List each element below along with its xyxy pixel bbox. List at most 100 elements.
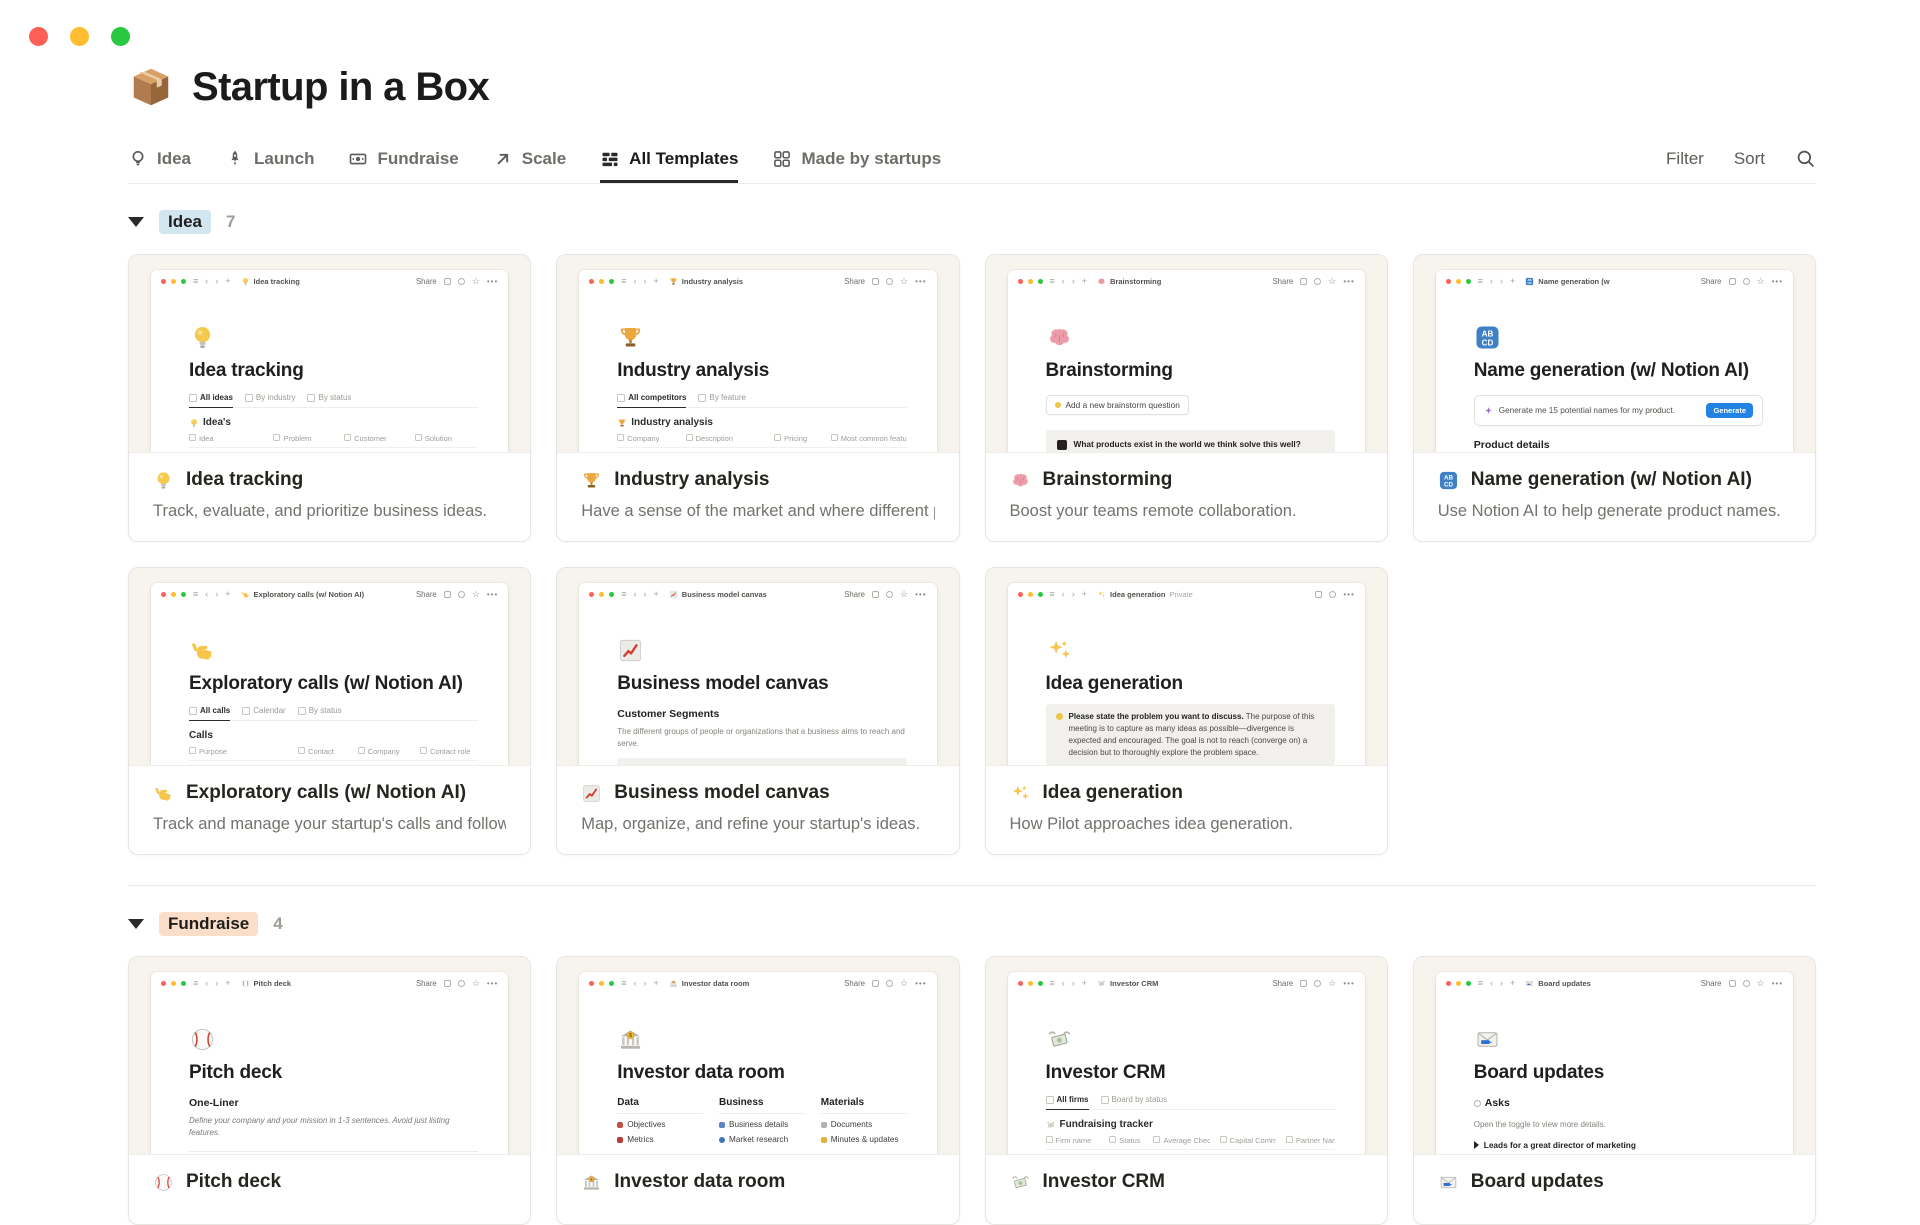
- mini-column: Business Business details Market researc…: [719, 1097, 805, 1144]
- mini-page-body: Idea generation Please state the problem…: [1008, 604, 1365, 765]
- section-pill-fundraise[interactable]: Fundraise: [159, 912, 259, 936]
- mini-titlebar: ≡ ‹ › + Idea generation Private •••: [1008, 583, 1365, 604]
- card-thumbnail: ≡ ‹ › + Idea tracking Share ☆ ••• Idea t…: [129, 255, 531, 453]
- bank-emoji: [669, 979, 678, 988]
- template-card-name-generation[interactable]: ≡ ‹ › + Name generation (w Share ☆ ••• N…: [1412, 254, 1816, 542]
- card-thumbnail: ≡ ‹ › + Business model canvas Share ☆ •••: [557, 568, 959, 766]
- mini-titlebar: ≡ ‹ › + Industry analysis Share ☆ •••: [579, 270, 936, 291]
- mini-db-title: Idea's: [189, 417, 478, 428]
- mini-titlebar: ≡ ‹ › + Investor data room Share ☆ •••: [579, 972, 936, 993]
- brain-emoji: [1046, 324, 1073, 351]
- incoming-envelope-emoji: [1525, 979, 1534, 988]
- mini-ai-prompt-text: Generate me 15 potential names for my pr…: [1498, 406, 1675, 415]
- clock-icon: [1742, 278, 1750, 285]
- comment-icon: [1300, 278, 1308, 285]
- mini-window: ≡ ‹ › + Investor CRM Share ☆ ••• Investo…: [1007, 972, 1365, 1154]
- mini-breadcrumb: Idea tracking: [241, 277, 300, 286]
- mini-page-body: Investor CRM All firms Board by status F…: [1008, 993, 1365, 1154]
- collapse-toggle-icon[interactable]: [128, 217, 144, 227]
- tab-all-templates[interactable]: All Templates: [600, 134, 738, 183]
- mini-page-title: Brainstorming: [1045, 360, 1173, 381]
- comment-icon: [872, 278, 880, 285]
- mini-breadcrumb: Brainstorming: [1097, 277, 1161, 286]
- template-card-board-updates[interactable]: ≡ ‹ › + Board updates Share ☆ ••• Board …: [1412, 956, 1816, 1225]
- clock-icon: [1742, 980, 1750, 987]
- section-count: 4: [273, 914, 283, 933]
- minimize-button[interactable]: [70, 27, 89, 46]
- template-card-exploratory-calls[interactable]: ≡ ‹ › + Exploratory calls (w/ Notion AI) Sh…: [128, 567, 532, 855]
- call-me-hand-emoji: [241, 590, 250, 599]
- card-title: Exploratory calls (w/ Notion AI): [186, 782, 467, 803]
- template-card-idea-tracking[interactable]: ≡ ‹ › + Idea tracking Share ☆ ••• Idea t…: [128, 254, 532, 542]
- card-description: How Pilot approaches idea generation.: [1009, 815, 1293, 833]
- tab-fundraise[interactable]: Fundraise: [348, 134, 459, 183]
- mini-question-block: What products exist in the world we thin…: [1045, 430, 1335, 452]
- card-thumbnail: ≡ ‹ › + Investor CRM Share ☆ ••• Investo…: [985, 957, 1387, 1155]
- card-thumbnail: ≡ ‹ › + Exploratory calls (w/ Notion AI) Sh…: [129, 568, 531, 766]
- template-card-investor-data-room[interactable]: ≡ ‹ › + Investor data room Share ☆ ••• I…: [556, 956, 960, 1225]
- template-card-industry-analysis[interactable]: ≡ ‹ › + Industry analysis Share ☆ ••• In…: [556, 254, 960, 542]
- search-button[interactable]: [1795, 148, 1816, 169]
- card-title-row: Name generation (w/ Notion AI): [1438, 469, 1791, 491]
- mini-callout-text: Environmentally conscious consumers, mil…: [640, 765, 896, 766]
- rocket-icon: [225, 149, 245, 169]
- star-icon: ☆: [471, 276, 480, 286]
- tab-made-by-startups[interactable]: Made by startups: [772, 134, 941, 183]
- mini-page-title: Pitch deck: [189, 1062, 283, 1083]
- tab-launch[interactable]: Launch: [225, 134, 314, 183]
- collapse-toggle-icon[interactable]: [128, 919, 144, 929]
- mini-table: Firm nameStatus Average Check SizeCapita…: [1045, 1136, 1335, 1154]
- template-card-business-model-canvas[interactable]: ≡ ‹ › + Business model canvas Share ☆ •••: [556, 567, 960, 855]
- mini-window-actions: •••: [1315, 590, 1354, 599]
- template-card-brainstorming[interactable]: ≡ ‹ › + Brainstorming Share ☆ ••• Brains…: [984, 254, 1388, 542]
- mini-page-title: Idea generation: [1045, 673, 1184, 694]
- card-title: Investor CRM: [1042, 1171, 1165, 1192]
- star-icon: ☆: [1328, 276, 1337, 286]
- call-me-hand-emoji: [189, 637, 216, 664]
- tab-scale[interactable]: Scale: [493, 134, 566, 183]
- mini-column-list: Data Objectives Metrics Business Busines…: [617, 1097, 907, 1144]
- template-card-idea-generation[interactable]: ≡ ‹ › + Idea generation Private ••• Idea…: [984, 567, 1388, 855]
- tab-idea[interactable]: Idea: [128, 134, 191, 183]
- brain-emoji: [1010, 470, 1031, 491]
- card-thumbnail: ≡ ‹ › + Brainstorming Share ☆ ••• Brains…: [985, 255, 1387, 453]
- template-card-pitch-deck[interactable]: ≡ ‹ › + Pitch deck Share ☆ ••• Pitch dec…: [128, 956, 532, 1225]
- mini-table: Company Description Pricing Most common fe…: [617, 434, 907, 452]
- section-divider: [128, 885, 1816, 886]
- chart-increasing-emoji: [669, 590, 678, 599]
- template-card-investor-crm[interactable]: ≡ ‹ › + Investor CRM Share ☆ ••• Investo…: [984, 956, 1388, 1225]
- notion-window: Startup in a Box Idea Launch Fundraise S…: [0, 0, 1920, 1225]
- mini-window: ≡ ‹ › + Idea tracking Share ☆ ••• Idea t…: [151, 270, 509, 452]
- more-icon: •••: [915, 589, 927, 599]
- bank-emoji: [617, 1026, 644, 1053]
- trophy-emoji: [617, 418, 627, 428]
- sort-button[interactable]: Sort: [1734, 149, 1765, 169]
- section-pill-idea[interactable]: Idea: [159, 210, 212, 234]
- mini-table: PurposeContact CompanyContact role Partn…: [189, 747, 479, 765]
- mini-window-actions: Share ☆ •••: [416, 590, 498, 600]
- mini-breadcrumb: Investor data room: [669, 979, 749, 988]
- mini-page-title: Industry analysis: [617, 360, 770, 381]
- more-icon: •••: [1771, 978, 1783, 988]
- money-with-wings-emoji: [1046, 1120, 1056, 1130]
- card-title: Business model canvas: [614, 782, 830, 803]
- mini-window: ≡ ‹ › + Idea generation Private ••• Idea…: [1007, 583, 1365, 765]
- clock-icon: [457, 278, 465, 285]
- page-header: Startup in a Box: [128, 64, 1816, 110]
- clock-icon: [1329, 591, 1337, 598]
- close-button[interactable]: [29, 27, 48, 46]
- card-title-row: Industry analysis: [581, 469, 934, 491]
- card-footer: Brainstorming Boost your teams remote co…: [985, 453, 1387, 541]
- more-icon: •••: [915, 276, 927, 286]
- zoom-button[interactable]: [111, 27, 130, 46]
- window-traffic-lights[interactable]: [29, 27, 130, 46]
- filter-button[interactable]: Filter: [1666, 149, 1704, 169]
- card-title: Idea tracking: [186, 469, 304, 490]
- fundraise-cards-grid: ≡ ‹ › + Pitch deck Share ☆ ••• Pitch dec…: [128, 956, 1816, 1225]
- tab-label: Made by startups: [801, 148, 942, 168]
- mini-window-actions: Share ☆ •••: [1272, 979, 1354, 989]
- card-footer: Investor CRM: [985, 1155, 1387, 1224]
- mini-page-title: Exploratory calls (w/ Notion AI): [189, 673, 463, 694]
- tab-label: Scale: [521, 148, 567, 168]
- sparkles-emoji: [1046, 637, 1073, 664]
